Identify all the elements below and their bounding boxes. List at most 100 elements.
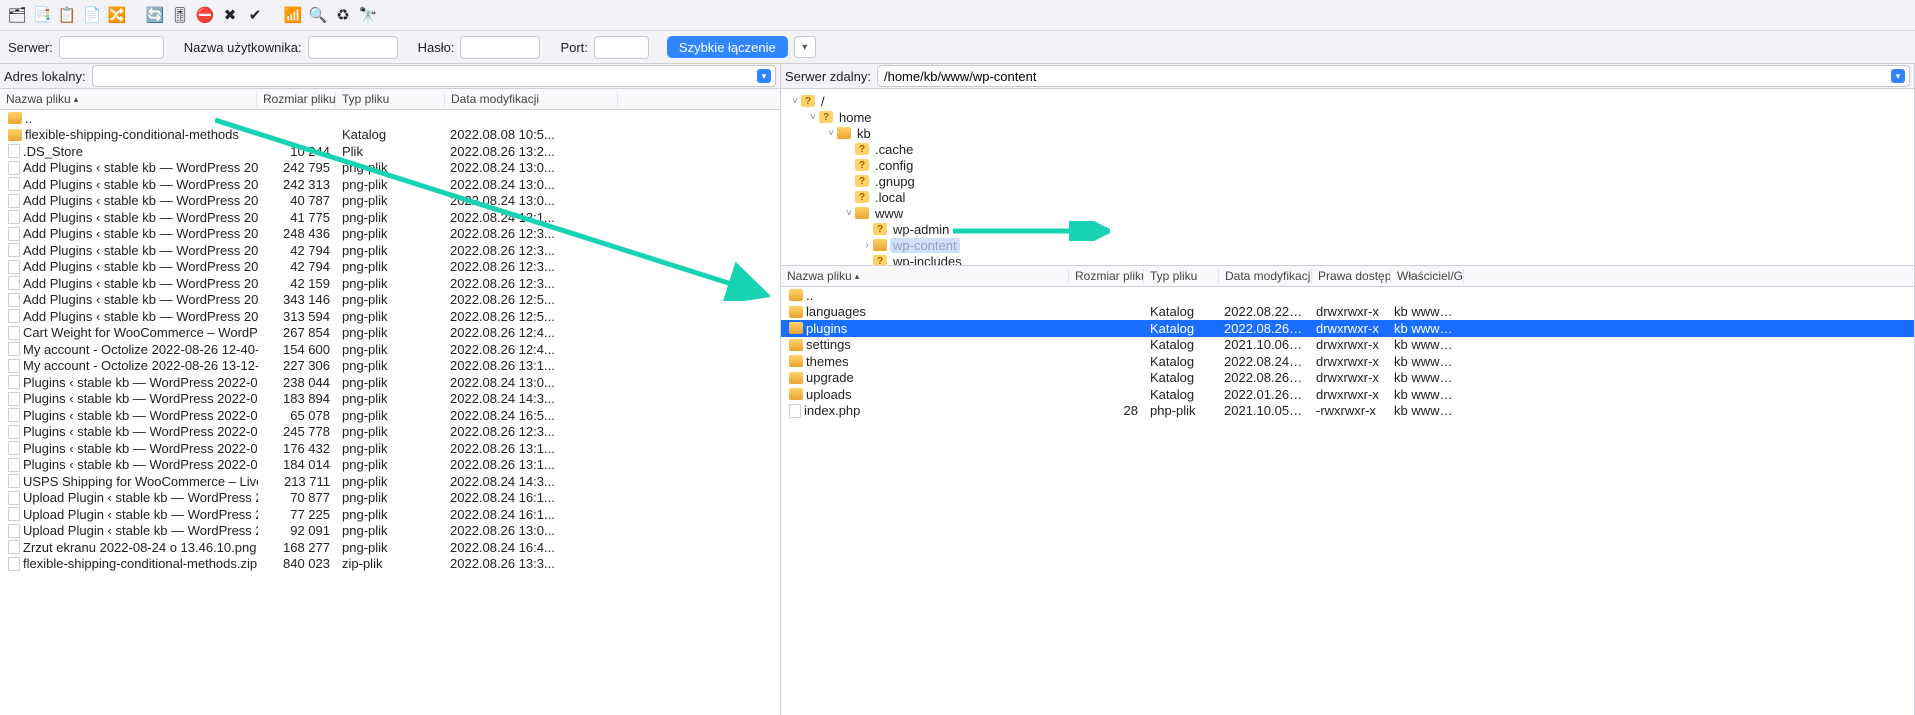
list-item[interactable]: My account - Octolize 2022-08-26 13-12-4… bbox=[0, 358, 780, 375]
auto-icon[interactable]: ♻ bbox=[332, 4, 354, 26]
local-address-input[interactable] bbox=[97, 68, 757, 85]
tree-node[interactable]: ˅www bbox=[781, 205, 1914, 221]
tree-node[interactable]: ?.gnupg bbox=[781, 173, 1914, 189]
queue-icon[interactable]: 📑 bbox=[31, 4, 53, 26]
file-icon bbox=[8, 210, 20, 224]
list-item[interactable]: settingsKatalog2021.10.06 1...drwxrwxr-x… bbox=[781, 337, 1914, 354]
list-item[interactable]: Add Plugins ‹ stable kb — WordPress 2022… bbox=[0, 176, 780, 193]
tree-twisty-icon[interactable]: ˅ bbox=[843, 208, 855, 219]
list-item[interactable]: Add Plugins ‹ stable kb — WordPress 2022… bbox=[0, 275, 780, 292]
tree-node[interactable]: ?wp-includes bbox=[781, 253, 1914, 266]
sitemanager-icon[interactable]: 🗂 bbox=[6, 4, 28, 26]
list-item[interactable]: Plugins ‹ stable kb — WordPress 2022-08-… bbox=[0, 440, 780, 457]
list-item[interactable]: flexible-shipping-conditional-methods.zi… bbox=[0, 556, 780, 573]
list-item[interactable]: upgradeKatalog2022.08.26 1...drwxrwxr-xk… bbox=[781, 370, 1914, 387]
list-item[interactable]: Add Plugins ‹ stable kb — WordPress 2022… bbox=[0, 259, 780, 276]
local-address-label: Adres lokalny: bbox=[4, 69, 86, 84]
list-item[interactable]: pluginsKatalog2022.08.26 1...drwxrwxr-xk… bbox=[781, 320, 1914, 337]
list-item[interactable]: Add Plugins ‹ stable kb — WordPress 2022… bbox=[0, 292, 780, 309]
server-input[interactable] bbox=[59, 36, 164, 59]
tree-node[interactable]: ?.config bbox=[781, 157, 1914, 173]
list-item[interactable]: Plugins ‹ stable kb — WordPress 2022-08-… bbox=[0, 374, 780, 391]
remote-address-dropdown[interactable]: ▾ bbox=[1891, 69, 1905, 83]
list-item[interactable]: Add Plugins ‹ stable kb — WordPress 2022… bbox=[0, 160, 780, 177]
list-item[interactable]: Upload Plugin ‹ stable kb — WordPress 20… bbox=[0, 490, 780, 507]
list-item[interactable]: Add Plugins ‹ stable kb — WordPress 2022… bbox=[0, 209, 780, 226]
file-icon bbox=[8, 293, 20, 307]
folder-icon bbox=[8, 112, 22, 124]
list-item[interactable]: Add Plugins ‹ stable kb — WordPress 2022… bbox=[0, 242, 780, 259]
tree-node[interactable]: ?wp-admin bbox=[781, 221, 1914, 237]
list-item[interactable]: uploadsKatalog2022.01.26 1...drwxrwxr-xk… bbox=[781, 386, 1914, 403]
folder-icon bbox=[789, 355, 803, 367]
tree-twisty-icon[interactable]: ˅ bbox=[807, 112, 819, 123]
quickconnect-button[interactable]: Szybkie łączenie bbox=[667, 36, 788, 58]
list-item[interactable]: .. bbox=[0, 110, 780, 127]
remote-list-header[interactable]: Nazwa pliku▴ Rozmiar pliku Typ pliku Dat… bbox=[781, 266, 1914, 287]
folder-icon bbox=[789, 388, 803, 400]
list-item[interactable]: .DS_Store10 244Plik2022.08.26 13:2... bbox=[0, 143, 780, 160]
list-item[interactable]: Plugins ‹ stable kb — WordPress 2022-08-… bbox=[0, 407, 780, 424]
local-icon[interactable]: 📄 bbox=[81, 4, 103, 26]
remote-icon[interactable]: 📋 bbox=[56, 4, 78, 26]
connection-bar: Serwer: Nazwa użytkownika: Hasło: Port: … bbox=[0, 31, 1915, 64]
list-item[interactable]: Add Plugins ‹ stable kb — WordPress 2022… bbox=[0, 308, 780, 325]
list-item[interactable]: Plugins ‹ stable kb — WordPress 2022-08-… bbox=[0, 457, 780, 474]
list-item[interactable]: themesKatalog2022.08.24 1...drwxrwxr-xkb… bbox=[781, 353, 1914, 370]
tree-node[interactable]: ?.local bbox=[781, 189, 1914, 205]
unknown-folder-icon: ? bbox=[819, 111, 833, 123]
refresh-icon[interactable]: 🔄 bbox=[144, 4, 166, 26]
tree-node[interactable]: ›wp-content bbox=[781, 237, 1914, 253]
tree-twisty-icon[interactable]: › bbox=[861, 240, 873, 251]
remote-file-list[interactable]: ..languagesKatalog2022.08.22 1...drwxrwx… bbox=[781, 287, 1914, 715]
file-icon bbox=[8, 326, 20, 340]
transfer-icon[interactable]: 📶 bbox=[282, 4, 304, 26]
remote-address-input[interactable] bbox=[882, 68, 1891, 85]
file-icon bbox=[8, 474, 20, 488]
file-icon bbox=[8, 557, 20, 571]
username-input[interactable] bbox=[308, 36, 398, 59]
file-icon bbox=[8, 507, 20, 521]
file-icon bbox=[8, 458, 20, 472]
compare-icon[interactable]: 🔀 bbox=[106, 4, 128, 26]
list-item[interactable]: Add Plugins ‹ stable kb — WordPress 2022… bbox=[0, 226, 780, 243]
file-icon bbox=[8, 161, 20, 175]
port-input[interactable] bbox=[594, 36, 649, 59]
tree-node[interactable]: ?.cache bbox=[781, 141, 1914, 157]
tree-twisty-icon[interactable]: ˅ bbox=[789, 96, 801, 107]
quickconnect-history-button[interactable]: ▾ bbox=[794, 36, 816, 58]
tree-node[interactable]: ˅?home bbox=[781, 109, 1914, 125]
file-icon bbox=[8, 524, 20, 538]
password-input[interactable] bbox=[460, 36, 540, 59]
list-item[interactable]: index.php28php-plik2021.10.05 0...-rwxrw… bbox=[781, 403, 1914, 420]
list-item[interactable]: Upload Plugin ‹ stable kb — WordPress 20… bbox=[0, 506, 780, 523]
remote-directory-tree[interactable]: ˅?/˅?home˅kb?.cache?.config?.gnupg?.loca… bbox=[781, 89, 1914, 266]
list-item[interactable]: Zrzut ekranu 2022-08-24 o 13.46.10.png16… bbox=[0, 539, 780, 556]
file-icon bbox=[8, 540, 20, 554]
unknown-folder-icon: ? bbox=[873, 255, 887, 266]
list-item[interactable]: My account - Octolize 2022-08-26 12-40-.… bbox=[0, 341, 780, 358]
disconnect-icon[interactable]: ✖ bbox=[219, 4, 241, 26]
local-address-dropdown[interactable]: ▾ bbox=[757, 69, 771, 83]
list-item[interactable]: Add Plugins ‹ stable kb — WordPress 2022… bbox=[0, 193, 780, 210]
find-icon[interactable]: 🔭 bbox=[357, 4, 379, 26]
cancel-icon[interactable]: ⛔ bbox=[194, 4, 216, 26]
local-file-list[interactable]: ..flexible-shipping-conditional-methodsK… bbox=[0, 110, 780, 715]
search-icon[interactable]: 🔍 bbox=[307, 4, 329, 26]
list-item[interactable]: Upload Plugin ‹ stable kb — WordPress 20… bbox=[0, 523, 780, 540]
list-item[interactable]: languagesKatalog2022.08.22 1...drwxrwxr-… bbox=[781, 304, 1914, 321]
list-item[interactable]: Cart Weight for WooCommerce – WordPress.… bbox=[0, 325, 780, 342]
file-icon bbox=[8, 309, 20, 323]
list-item[interactable]: .. bbox=[781, 287, 1914, 304]
list-item[interactable]: USPS Shipping for WooCommerce – Live Rat… bbox=[0, 473, 780, 490]
local-list-header[interactable]: Nazwa pliku▴ Rozmiar pliku Typ pliku Dat… bbox=[0, 89, 780, 110]
tree-twisty-icon[interactable]: ˅ bbox=[825, 128, 837, 139]
tree-node[interactable]: ˅kb bbox=[781, 125, 1914, 141]
tree-node[interactable]: ˅?/ bbox=[781, 93, 1914, 109]
list-item[interactable]: flexible-shipping-conditional-methodsKat… bbox=[0, 127, 780, 144]
list-item[interactable]: Plugins ‹ stable kb — WordPress 2022-08-… bbox=[0, 391, 780, 408]
filter-icon[interactable]: 🎚 bbox=[169, 4, 191, 26]
reconnect-icon[interactable]: ✔ bbox=[244, 4, 266, 26]
list-item[interactable]: Plugins ‹ stable kb — WordPress 2022-08-… bbox=[0, 424, 780, 441]
file-icon bbox=[8, 227, 20, 241]
